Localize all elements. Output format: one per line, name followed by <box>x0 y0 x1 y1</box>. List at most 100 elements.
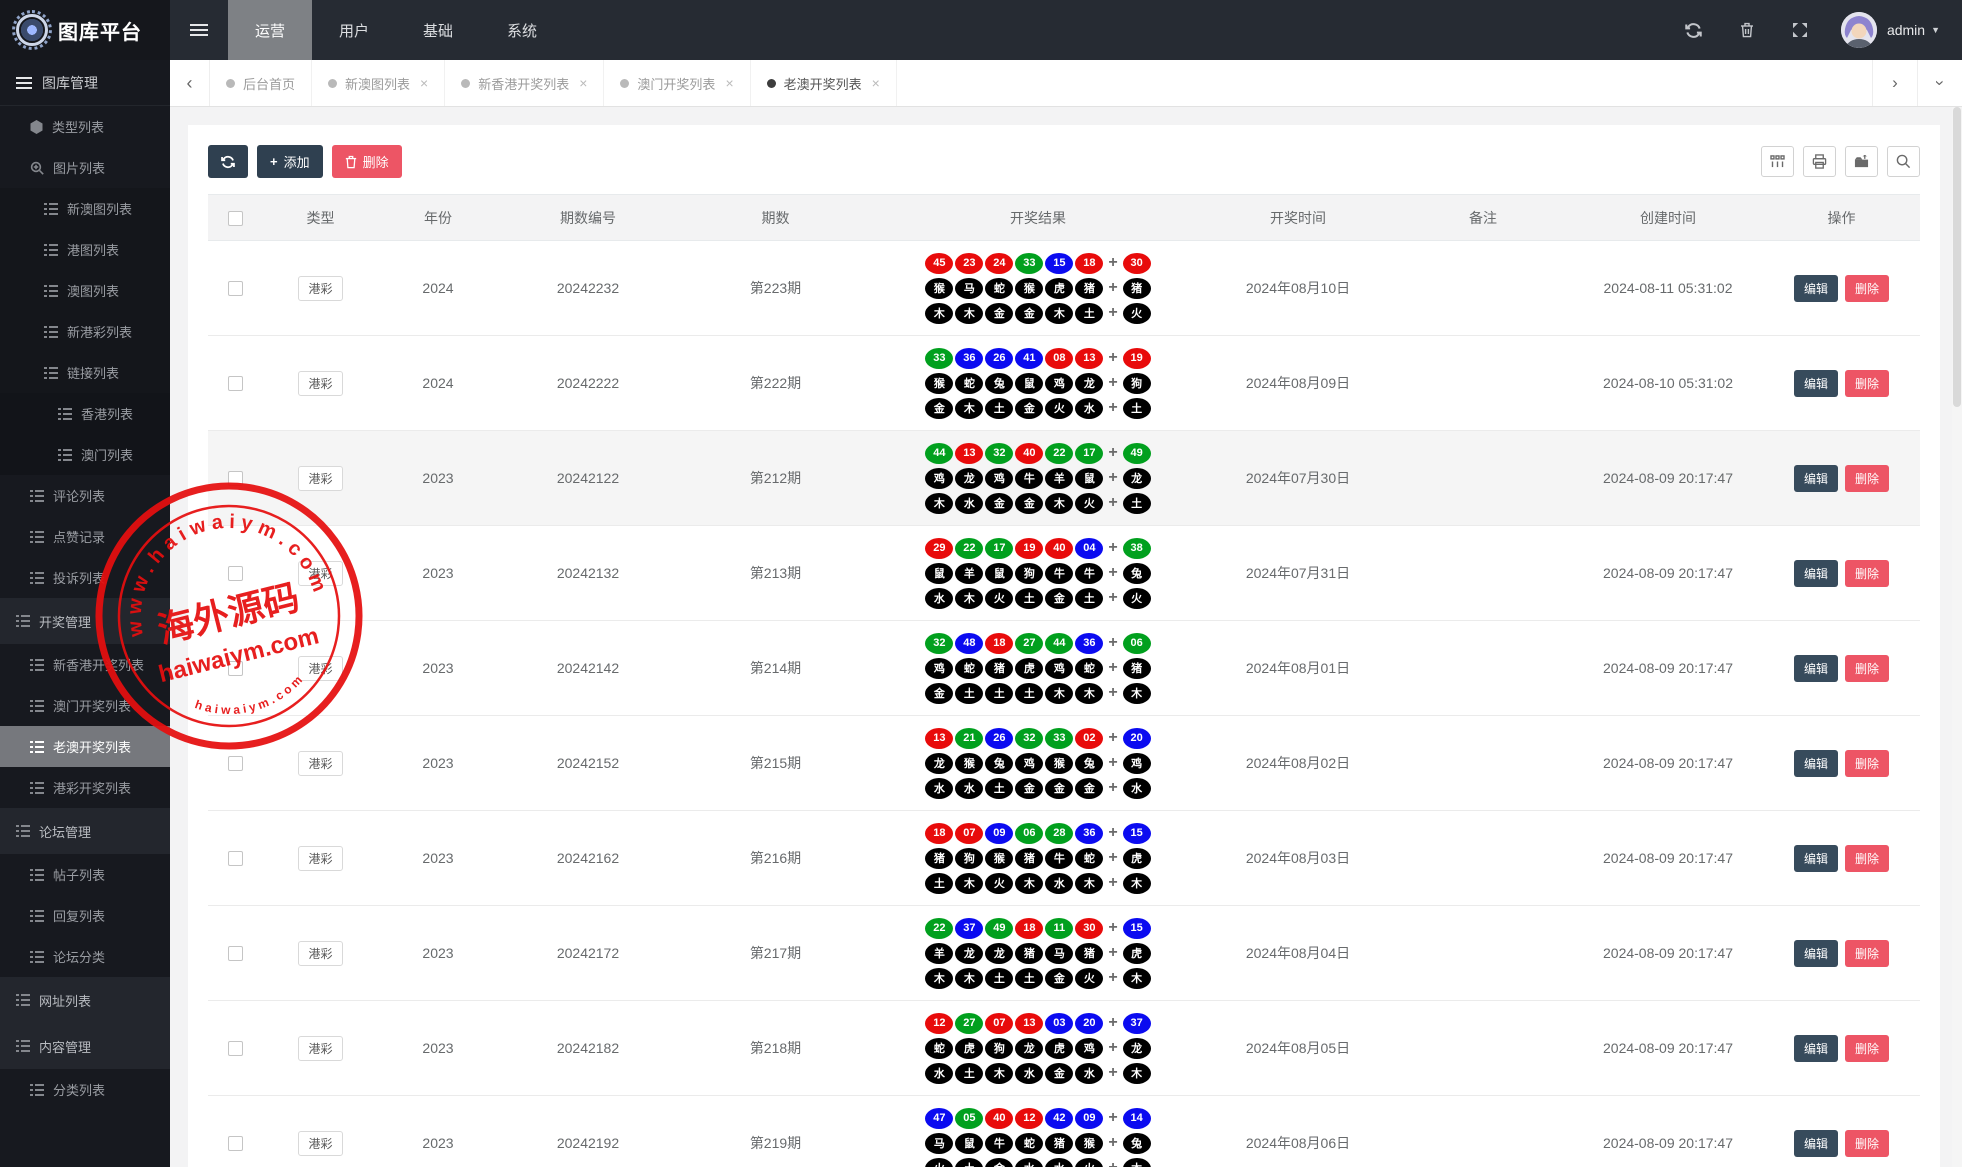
sidebar-item[interactable]: 港图列表 <box>0 229 170 270</box>
lottery-ball: 兔 <box>1075 752 1104 774</box>
sidebar-item[interactable]: 澳门开奖列表 <box>0 685 170 726</box>
result-numbers: 22 37 49 18 11 30 +15 <box>873 917 1203 939</box>
edit-button[interactable]: 编辑 <box>1793 654 1838 682</box>
row-delete-button[interactable]: 删除 <box>1845 369 1890 397</box>
sidebar-item[interactable]: 老澳开奖列表 <box>0 726 170 767</box>
row-checkbox[interactable] <box>228 661 243 677</box>
sidebar-item[interactable]: 评论列表 <box>0 475 170 516</box>
trash-icon[interactable] <box>1721 22 1773 38</box>
sidebar-item[interactable]: 新港彩列表 <box>0 311 170 352</box>
row-checkbox[interactable] <box>228 756 243 772</box>
tab-close-icon[interactable]: × <box>420 75 428 91</box>
sidebar-item[interactable]: 论坛管理 <box>0 808 170 854</box>
delete-button[interactable]: 删除 <box>331 145 402 178</box>
edit-button[interactable]: 编辑 <box>1793 844 1838 872</box>
tab-item[interactable]: 新澳图列表 × <box>312 60 446 106</box>
sidebar-item[interactable]: 分类列表 <box>0 1069 170 1110</box>
topnav-item[interactable]: 系统 <box>480 0 564 60</box>
tabs-scroll-left-icon[interactable]: ‹ <box>170 60 210 106</box>
sidebar-item[interactable]: 链接列表 <box>0 352 170 393</box>
columns-icon[interactable] <box>1761 146 1794 177</box>
lottery-ball: 鸡 <box>1122 752 1151 774</box>
topnav-item[interactable]: 用户 <box>312 0 396 60</box>
select-all-checkbox[interactable] <box>228 210 243 226</box>
row-delete-button[interactable]: 删除 <box>1845 939 1890 967</box>
sidebar-item[interactable]: 帖子列表 <box>0 854 170 895</box>
sidebar-item[interactable]: 网址列表 <box>0 977 170 1023</box>
fullscreen-icon[interactable] <box>1773 22 1827 38</box>
lottery-ball: 龙 <box>955 467 984 489</box>
topnav-item[interactable]: 运营 <box>228 0 313 60</box>
row-checkbox[interactable] <box>228 1136 243 1152</box>
sidebar-item[interactable]: 类型列表 <box>0 106 170 147</box>
tab-close-icon[interactable]: × <box>725 75 733 91</box>
print-icon[interactable] <box>1803 146 1836 177</box>
avatar[interactable] <box>1840 12 1877 48</box>
tab-item[interactable]: 老澳开奖列表 × <box>751 60 897 106</box>
lottery-ball: 土 <box>985 397 1014 419</box>
lottery-ball: 龙 <box>1015 1037 1044 1059</box>
tab-item[interactable]: 澳门开奖列表 × <box>604 60 751 106</box>
export-icon[interactable] <box>1845 146 1878 177</box>
tab-close-icon[interactable]: × <box>579 75 587 91</box>
edit-button[interactable]: 编辑 <box>1793 1129 1838 1157</box>
tab-item[interactable]: 后台首页 <box>210 60 313 106</box>
tabs-menu-icon[interactable]: › <box>1917 60 1962 106</box>
sidebar-item[interactable]: 投诉列表 <box>0 557 170 598</box>
edit-button[interactable]: 编辑 <box>1793 274 1838 302</box>
row-delete-button[interactable]: 删除 <box>1845 749 1890 777</box>
user-menu[interactable]: admin ▼ <box>1887 22 1940 38</box>
sidebar-toggle-button[interactable] <box>170 0 228 60</box>
row-delete-button[interactable]: 删除 <box>1845 274 1890 302</box>
sidebar-item[interactable]: 内容管理 <box>0 1023 170 1069</box>
refresh-button[interactable] <box>208 145 248 178</box>
edit-button[interactable]: 编辑 <box>1793 1034 1838 1062</box>
lottery-ball: 土 <box>1015 587 1044 609</box>
sidebar-item[interactable]: 香港列表 <box>0 393 170 434</box>
row-delete-button[interactable]: 删除 <box>1845 1129 1890 1157</box>
add-button[interactable]: + 添加 <box>257 145 323 178</box>
result-cell: 44 13 32 40 22 17 +49 鸡龙鸡牛羊鼠 + 龙木水金金木火 + 土 <box>873 430 1203 526</box>
sidebar-item[interactable]: 澳图列表 <box>0 270 170 311</box>
plus-separator: + <box>1108 254 1118 271</box>
row-checkbox[interactable] <box>228 851 243 867</box>
sidebar-item[interactable]: 论坛分类 <box>0 936 170 977</box>
row-delete-button[interactable]: 删除 <box>1845 464 1890 492</box>
sidebar-item[interactable]: 新香港开奖列表 <box>0 644 170 685</box>
row-checkbox[interactable] <box>228 376 243 392</box>
tab-close-icon[interactable]: × <box>872 75 880 91</box>
search-icon[interactable] <box>1887 146 1920 177</box>
result-numbers: 12 27 07 13 03 20 +37 <box>873 1012 1203 1034</box>
row-delete-button[interactable]: 删除 <box>1845 844 1890 872</box>
tabs-scroll-right-icon[interactable]: › <box>1872 60 1917 106</box>
topnav-item[interactable]: 基础 <box>396 0 480 60</box>
sidebar-item[interactable]: 图片列表 <box>0 147 170 188</box>
sidebar-title[interactable]: 图库管理 <box>0 60 170 106</box>
edit-button[interactable]: 编辑 <box>1793 559 1838 587</box>
edit-button[interactable]: 编辑 <box>1793 464 1838 492</box>
sidebar-item-label: 图片列表 <box>53 161 106 176</box>
scrollbar[interactable] <box>1952 107 1962 1167</box>
refresh-icon[interactable] <box>1666 22 1721 39</box>
row-checkbox[interactable] <box>228 281 243 297</box>
lottery-ball: 猴 <box>925 372 954 394</box>
row-checkbox[interactable] <box>228 1041 243 1057</box>
lottery-ball: 木 <box>1122 1157 1151 1167</box>
sidebar-item[interactable]: 新澳图列表 <box>0 188 170 229</box>
row-checkbox[interactable] <box>228 946 243 962</box>
row-checkbox[interactable] <box>228 471 243 487</box>
sidebar-item[interactable]: 港彩开奖列表 <box>0 767 170 808</box>
sidebar-item[interactable]: 澳门列表 <box>0 434 170 475</box>
row-delete-button[interactable]: 删除 <box>1845 654 1890 682</box>
row-checkbox[interactable] <box>228 566 243 582</box>
sidebar-item[interactable]: 开奖管理 <box>0 598 170 644</box>
edit-button[interactable]: 编辑 <box>1793 939 1838 967</box>
edit-button[interactable]: 编辑 <box>1793 749 1838 777</box>
sidebar-item[interactable]: 点赞记录 <box>0 516 170 557</box>
row-delete-button[interactable]: 删除 <box>1845 1034 1890 1062</box>
row-delete-button[interactable]: 删除 <box>1845 559 1890 587</box>
sidebar-item[interactable]: 回复列表 <box>0 895 170 936</box>
lottery-ball: 兔 <box>985 752 1014 774</box>
edit-button[interactable]: 编辑 <box>1793 369 1838 397</box>
tab-item[interactable]: 新香港开奖列表 × <box>445 60 605 106</box>
